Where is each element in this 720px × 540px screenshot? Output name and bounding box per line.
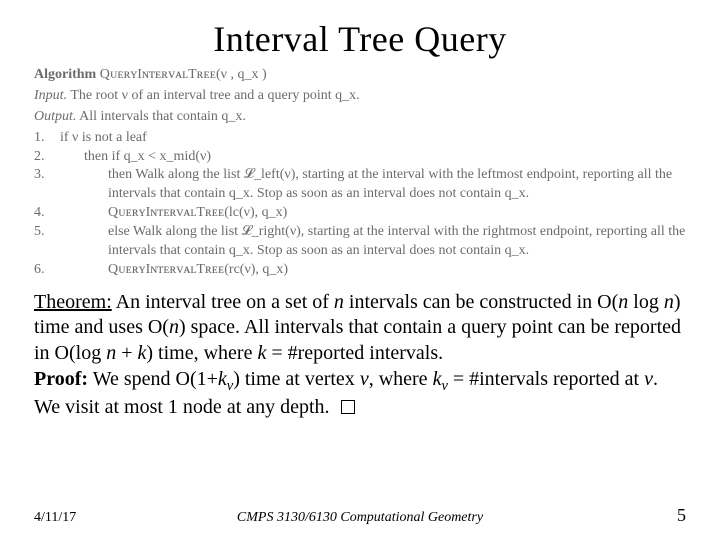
var-v: v bbox=[360, 368, 369, 390]
qed-box-icon bbox=[341, 400, 355, 414]
step-text: if ν is not a leaf bbox=[60, 129, 686, 148]
algo-step: 2. then if q_x < x_mid(ν) bbox=[34, 148, 686, 167]
proof-text: , where bbox=[369, 368, 433, 390]
step-number: 6. bbox=[34, 261, 50, 280]
step-number: 1. bbox=[34, 129, 50, 148]
step-number: 3. bbox=[34, 166, 50, 185]
algo-step: 5. else Walk along the list 𝓛_right(ν), … bbox=[34, 223, 686, 261]
theorem-block: Theorem: An interval tree on a set of n … bbox=[34, 290, 686, 421]
algorithm-label: Algorithm bbox=[34, 67, 96, 82]
theorem-text: ) time, where bbox=[146, 342, 257, 364]
slide-footer: 4/11/17 CMPS 3130/6130 Computational Geo… bbox=[0, 505, 720, 526]
var-n: n bbox=[106, 342, 116, 364]
algorithm-input: Input. The root ν of an interval tree an… bbox=[34, 87, 686, 106]
var-v: v bbox=[644, 368, 653, 390]
step-text: else Walk along the list 𝓛_right(ν), sta… bbox=[60, 223, 686, 261]
step-text: QᴜᴇʀʏIɴᴛᴇʀᴠᴀʟTʀᴇᴇ(rc(ν), q_x) bbox=[60, 261, 686, 280]
output-text: All intervals that contain q_x. bbox=[79, 109, 246, 124]
proof-text: We spend O(1+ bbox=[88, 368, 218, 390]
step-number: 2. bbox=[34, 148, 50, 167]
theorem-text: An interval tree on a set of bbox=[116, 291, 334, 313]
var-n: n bbox=[664, 291, 674, 313]
theorem-text: intervals can be constructed in O( bbox=[344, 291, 618, 313]
proof-text: = #intervals reported at bbox=[448, 368, 644, 390]
theorem-text: log bbox=[628, 291, 664, 313]
theorem-text: + bbox=[116, 342, 137, 364]
proof-label: Proof: bbox=[34, 368, 88, 390]
var-kv: k bbox=[218, 368, 227, 390]
proof-text: ) time at vertex bbox=[233, 368, 360, 390]
theorem-text: = #reported intervals. bbox=[266, 342, 443, 364]
footer-course: CMPS 3130/6130 Computational Geometry bbox=[114, 510, 606, 526]
algorithm-name: QᴜᴇʀʏIɴᴛᴇʀᴠᴀʟTʀᴇᴇ(ν , q_x ) bbox=[100, 67, 267, 82]
var-n: n bbox=[169, 316, 179, 338]
output-label: Output. bbox=[34, 109, 76, 124]
algorithm-output: Output. All intervals that contain q_x. bbox=[34, 108, 686, 127]
step-number: 5. bbox=[34, 223, 50, 242]
algorithm-block: Algorithm QᴜᴇʀʏIɴᴛᴇʀᴠᴀʟTʀᴇᴇ(ν , q_x ) In… bbox=[34, 66, 686, 280]
input-text: The root ν of an interval tree and a que… bbox=[70, 88, 359, 103]
input-label: Input. bbox=[34, 88, 67, 103]
algo-step: 6. QᴜᴇʀʏIɴᴛᴇʀᴠᴀʟTʀᴇᴇ(rc(ν), q_x) bbox=[34, 261, 686, 280]
step-text: then Walk along the list 𝓛_left(ν), star… bbox=[60, 166, 686, 204]
slide-title: Interval Tree Query bbox=[34, 18, 686, 60]
step-text: QᴜᴇʀʏIɴᴛᴇʀᴠᴀʟTʀᴇᴇ(lc(ν), q_x) bbox=[60, 204, 686, 223]
step-text: then if q_x < x_mid(ν) bbox=[60, 148, 686, 167]
algo-step: 3. then Walk along the list 𝓛_left(ν), s… bbox=[34, 166, 686, 204]
var-n: n bbox=[334, 291, 344, 313]
algorithm-signature: Algorithm QᴜᴇʀʏIɴᴛᴇʀᴠᴀʟTʀᴇᴇ(ν , q_x ) bbox=[34, 66, 686, 85]
algo-step: 4. QᴜᴇʀʏIɴᴛᴇʀᴠᴀʟTʀᴇᴇ(lc(ν), q_x) bbox=[34, 204, 686, 223]
var-n: n bbox=[618, 291, 628, 313]
step-number: 4. bbox=[34, 204, 50, 223]
footer-date: 4/11/17 bbox=[34, 510, 114, 526]
algo-step: 1. if ν is not a leaf bbox=[34, 129, 686, 148]
theorem-label: Theorem: bbox=[34, 291, 112, 313]
footer-page-number: 5 bbox=[606, 505, 686, 526]
